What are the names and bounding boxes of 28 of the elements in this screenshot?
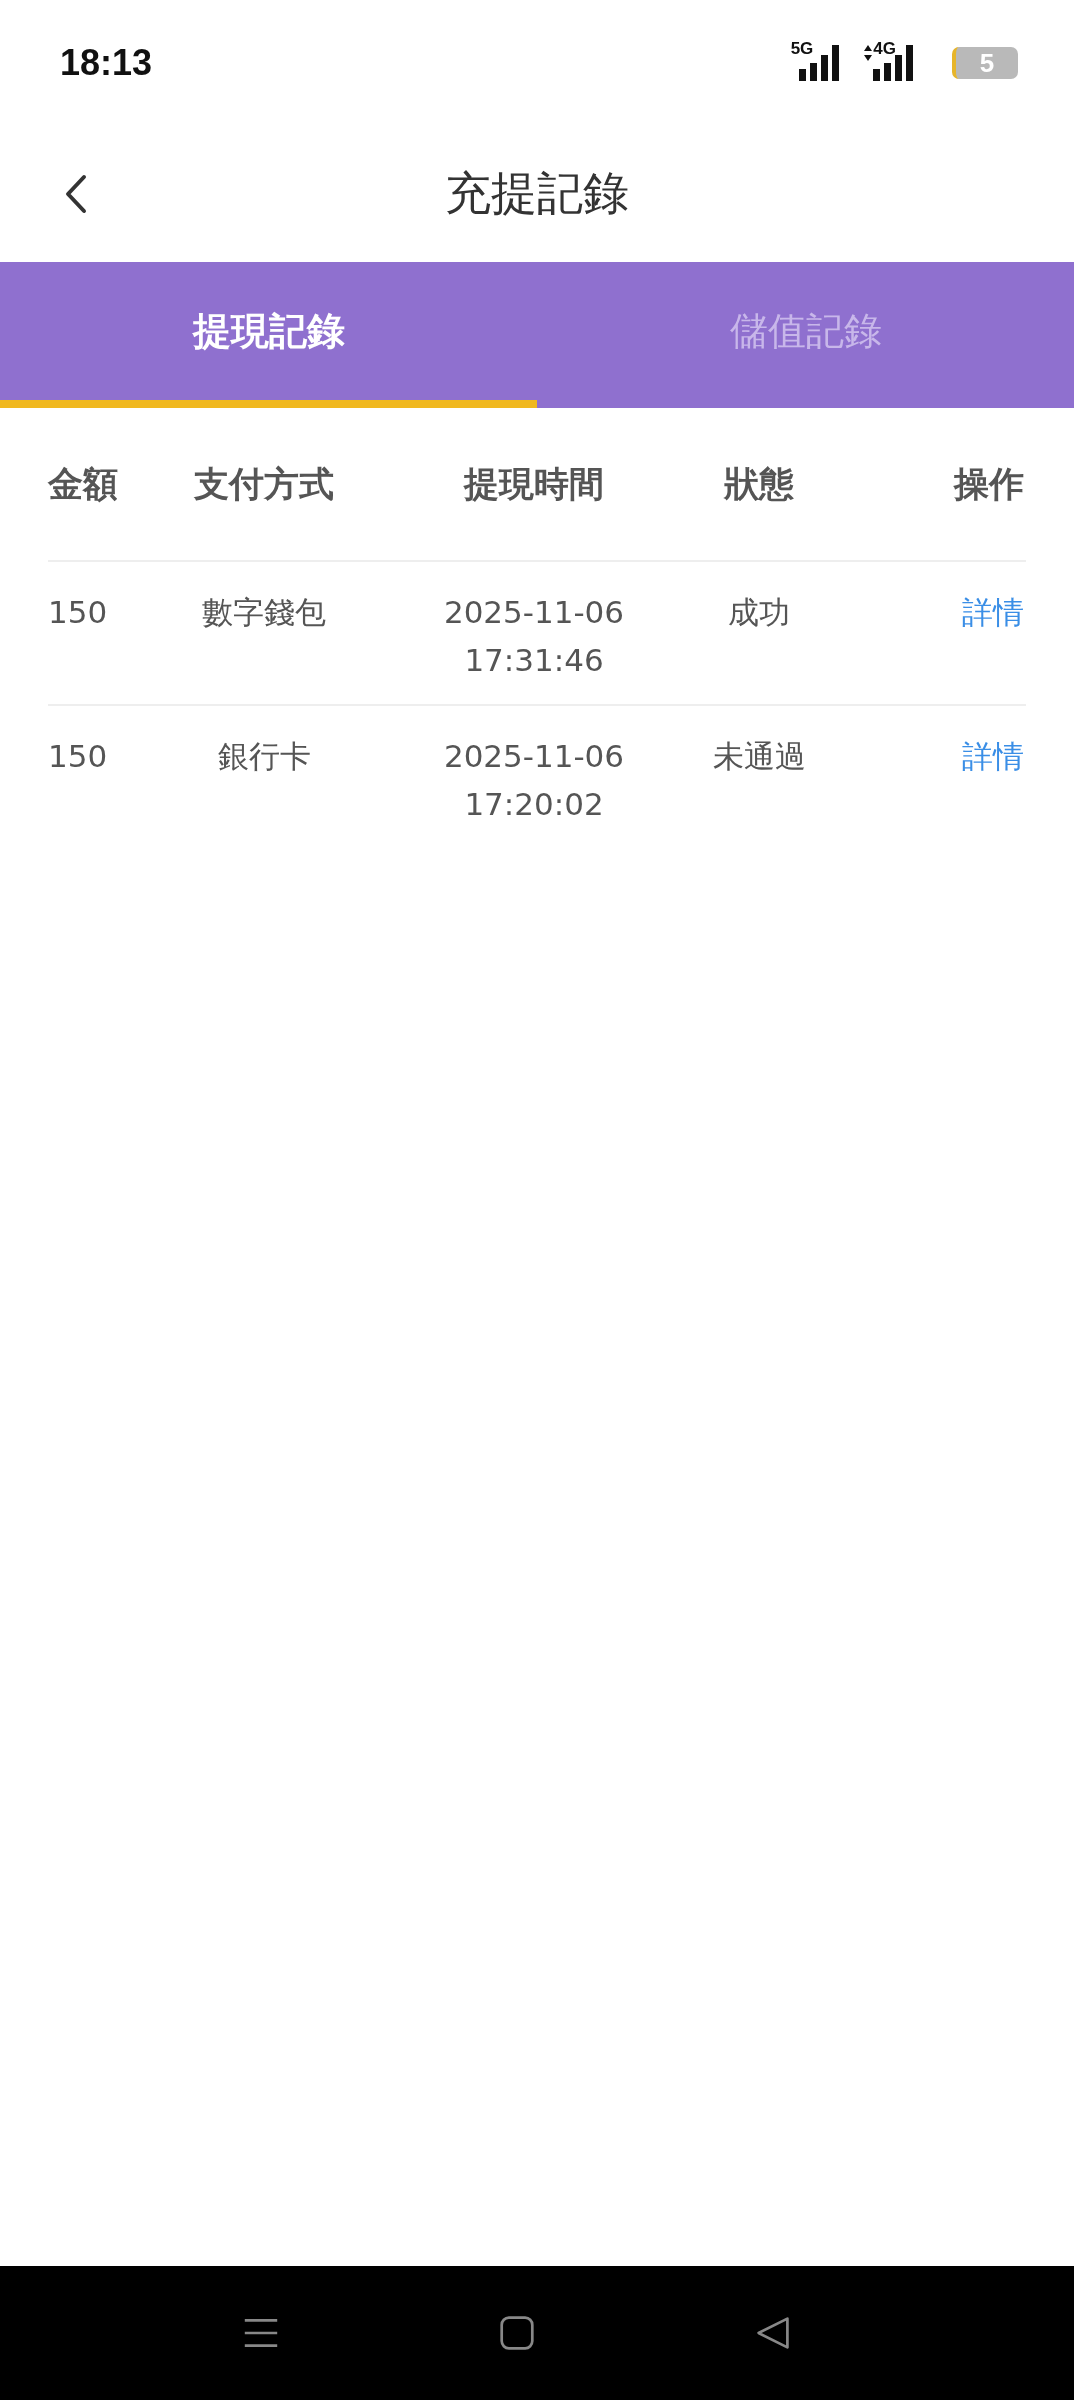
details-link[interactable]: 詳情 <box>962 738 1024 774</box>
table-cell-text: 銀行卡 <box>216 737 312 776</box>
table-cell-text: 2025-11-06 <box>443 593 625 632</box>
tab[interactable]: 儲值記錄 <box>537 262 1074 408</box>
table-cell-text: 未通過 <box>711 737 807 776</box>
back-triangle-icon[interactable] <box>755 2315 791 2351</box>
tab[interactable]: 提現記錄 <box>0 262 537 408</box>
home-icon[interactable] <box>499 2315 535 2351</box>
table-cell-text: 17:31:46 <box>464 641 604 680</box>
page-title: 充提記錄 <box>445 165 629 222</box>
table-cell-text: 150 <box>48 593 109 632</box>
network-label: 5G <box>790 39 814 59</box>
column-header: 提現時間 <box>462 462 605 506</box>
column-header: 狀態 <box>723 462 795 506</box>
table-cell-text: 2025-11-06 <box>443 737 625 776</box>
details-link[interactable]: 詳情 <box>962 594 1024 630</box>
column-header: 支付方式 <box>193 462 335 506</box>
table-cell-text: 150 <box>48 737 109 776</box>
column-header: 金額 <box>48 462 119 506</box>
back-icon[interactable] <box>64 174 88 214</box>
column-header: 操作 <box>952 462 1024 506</box>
network-label: 4G <box>873 39 896 59</box>
table-cell-text: 數字錢包 <box>201 593 327 632</box>
data-arrows-icon <box>863 43 874 63</box>
table-cell-text: 17:20:02 <box>464 785 604 824</box>
status-time: 18:13 <box>60 42 153 84</box>
table-cell-text: 成功 <box>727 593 791 632</box>
battery-icon: 5 <box>952 47 1018 79</box>
